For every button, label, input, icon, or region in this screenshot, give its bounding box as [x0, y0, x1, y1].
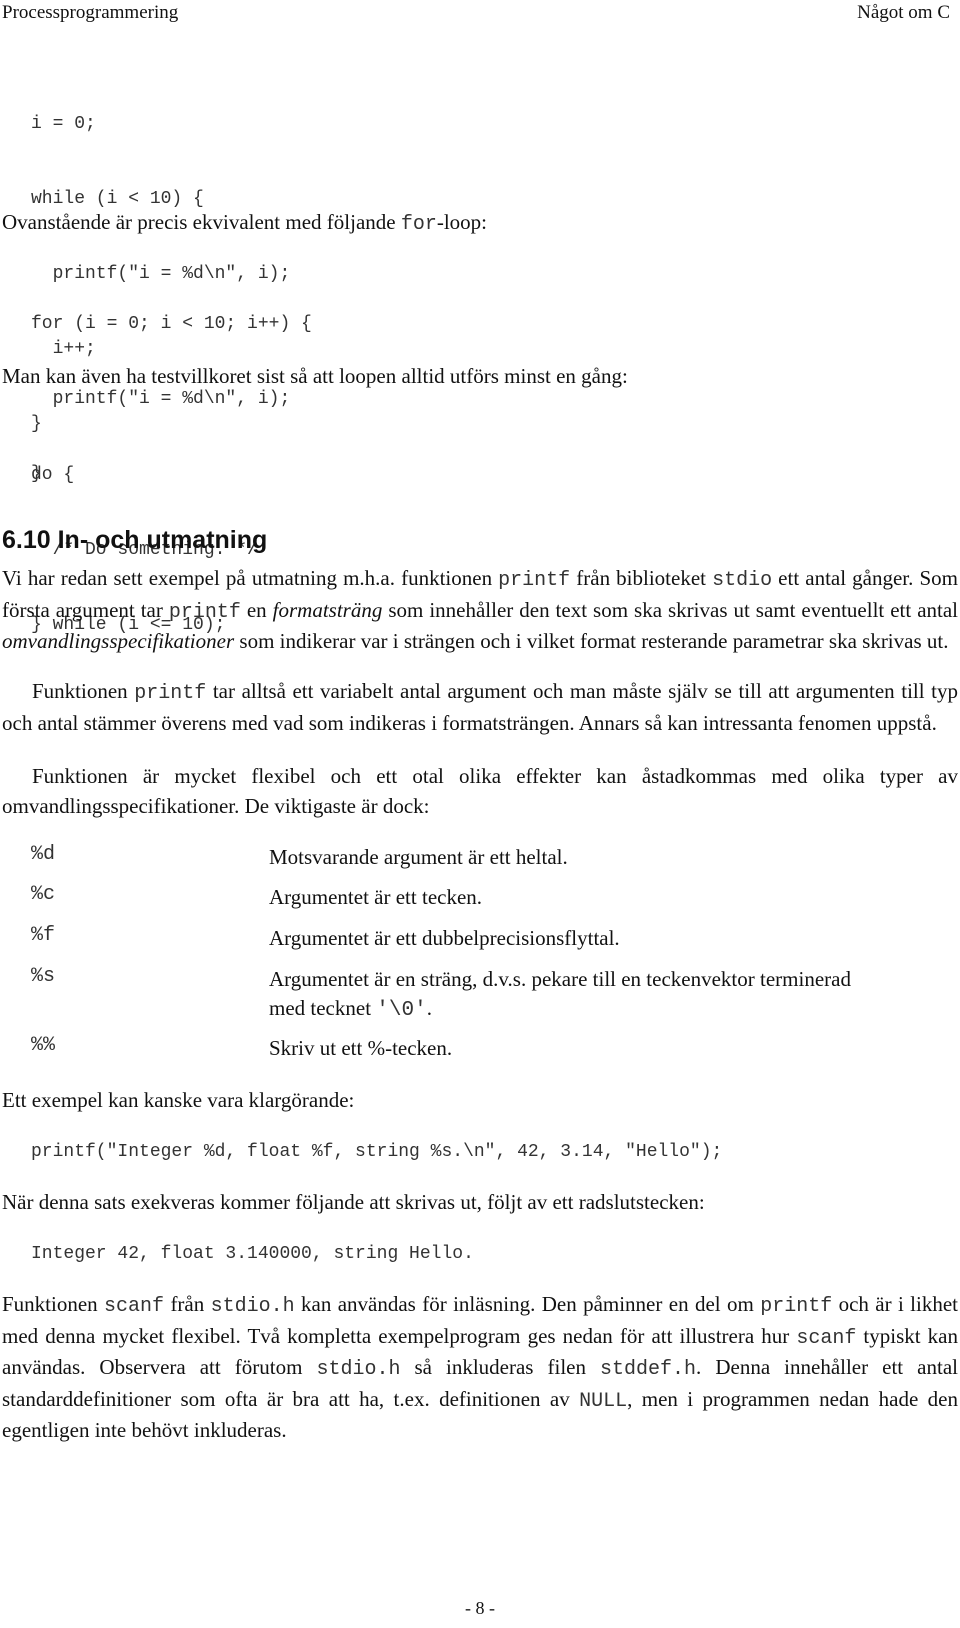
spec-description: Skriv ut ett %-tecken. [269, 1036, 453, 1060]
inline-code: stdio [712, 569, 773, 592]
inline-code: scanf [104, 1295, 165, 1318]
emphasis: formatsträng [272, 597, 383, 622]
inline-code: NULL [579, 1389, 628, 1413]
inline-code: for [400, 213, 437, 236]
text: från biblioteket [570, 566, 713, 590]
spec-description: Motsvarande argument är ett heltal. [269, 845, 568, 869]
spec-code: %c [31, 883, 56, 906]
emphasis: omvandlingsspecifikationer [2, 629, 235, 653]
inline-code: printf [168, 600, 241, 624]
text: -loop: [436, 210, 488, 234]
paragraph-do-intro: Man kan även ha testvillkoret sist så at… [2, 364, 628, 388]
code-block-output: Integer 42, float 3.140000, string Hello… [31, 1244, 474, 1264]
text: som innehåller den text som ska skrivas … [382, 597, 959, 622]
text: Ovanstående är precis ekvivalent med föl… [2, 210, 401, 234]
text: så inkluderas filen [400, 1355, 601, 1379]
spec-code: %f [31, 924, 56, 947]
text: Funktionen [32, 679, 135, 703]
text: Vi har redan sett exempel på utmatning m… [2, 566, 499, 590]
inline-code: stdio.h [210, 1295, 295, 1318]
inline-code: printf [134, 682, 207, 705]
paragraph-output-intro: När denna sats exekveras kommer följande… [2, 1190, 705, 1214]
spec-code: %d [31, 843, 56, 866]
spec-code: %% [31, 1034, 56, 1057]
inline-code: printf [498, 569, 571, 592]
text: från [164, 1292, 211, 1316]
spec-description: Argumentet är ett tecken. [269, 885, 483, 909]
paragraph-example-intro: Ett exempel kan kanske vara klargörande: [2, 1088, 355, 1112]
paragraph-printf-intro: Vi har redan sett exempel på utmatning m… [2, 564, 958, 657]
page-number: - 8 - [465, 1598, 495, 1618]
text: kan användas för inläsning. Den påminner… [294, 1292, 761, 1316]
paragraph-for-intro: Ovanstående är precis ekvivalent med föl… [2, 208, 958, 240]
header-chapter: Något om C [857, 2, 950, 23]
spec-description: Argumentet är ett dubbelprecisionsflytta… [269, 926, 620, 950]
paragraph-printf-args: Funktionen printf tar alltså ett variabe… [2, 677, 958, 738]
inline-code: '\0' [376, 999, 427, 1022]
code-line: i = 0; [31, 114, 96, 134]
header-title: Processprogrammering [2, 2, 179, 23]
text: som indikerar var i strängen och i vilke… [234, 629, 949, 653]
inline-code: scanf [796, 1326, 857, 1350]
spec-code: %s [31, 965, 56, 988]
text: . [426, 996, 432, 1020]
code-line: do { [31, 465, 75, 485]
spec-description: Argumentet är en sträng, d.v.s. pekare t… [269, 965, 869, 1025]
paragraph-scanf: Funktionen scanf från stdio.h kan använd… [2, 1290, 958, 1446]
inline-code: stdio.h [316, 1358, 401, 1381]
text: en [240, 597, 273, 622]
code-block-example: printf("Integer %d, float %f, string %s.… [31, 1142, 723, 1162]
paragraph-flexibility: Funktionen är mycket flexibel och ett ot… [2, 764, 958, 818]
inline-code: printf [760, 1295, 833, 1318]
text: Argumentet är en sträng, d.v.s. pekare t… [269, 967, 851, 1020]
page-header: Processprogrammering Något om C [0, 0, 960, 30]
code-line: for (i = 0; i < 10; i++) { [31, 314, 312, 334]
section-heading: 6.10 In- och utmatning [2, 526, 268, 554]
text: Funktionen [2, 1292, 105, 1316]
inline-code: stddef.h [600, 1358, 697, 1381]
